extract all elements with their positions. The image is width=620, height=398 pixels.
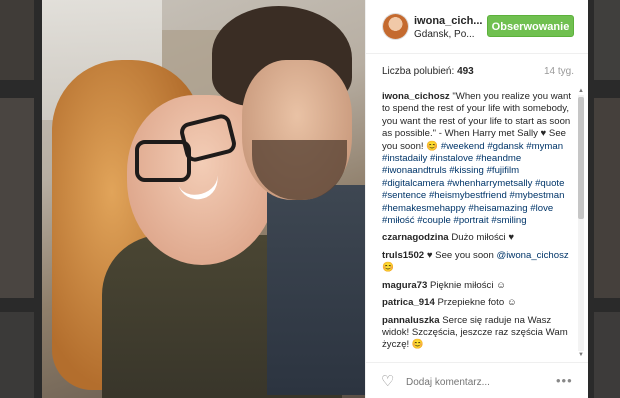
post-side-panel: iwona_cich... Gdansk, Po... Obserwowanie…	[365, 0, 588, 398]
scroll-up-icon[interactable]: ▲	[577, 87, 585, 95]
comment-username[interactable]: magura73	[382, 280, 427, 291]
hashtag-link[interactable]: #quote	[535, 178, 564, 189]
post-footer: ♡ •••	[366, 362, 588, 398]
follow-button[interactable]: Obserwowanie	[487, 15, 574, 37]
scroll-down-icon[interactable]: ▼	[577, 351, 585, 359]
caption-hashtags: #weekend #gdansk #myman #instadaily #ins…	[382, 141, 564, 226]
post-photo[interactable]	[42, 0, 365, 398]
likes-number: 493	[457, 66, 474, 77]
comment-text: Pięknie miłości ☺	[430, 279, 506, 291]
comment-text: Dużo miłości ♥	[451, 232, 515, 244]
post-modal: iwona_cich... Gdansk, Po... Obserwowanie…	[42, 0, 588, 398]
hashtag-link[interactable]: #hemakesmehappy	[382, 203, 466, 214]
comment-text: Przepiekne foto ☺	[437, 297, 517, 309]
post-header: iwona_cich... Gdansk, Po... Obserwowanie	[366, 0, 588, 54]
heart-icon[interactable]: ♡	[381, 374, 397, 389]
comment-item: magura73 Pięknie miłości ☺	[382, 280, 574, 292]
hashtag-link[interactable]: #digitalcamera	[382, 178, 444, 189]
hashtag-link[interactable]: #myman	[526, 141, 563, 152]
hashtag-link[interactable]: #love	[530, 203, 553, 214]
add-comment-input[interactable]	[406, 375, 536, 389]
hashtag-link[interactable]: #heisamazing	[468, 203, 527, 214]
comment-username[interactable]: czarnagodzina	[382, 232, 449, 243]
hashtag-link[interactable]: #sentence	[382, 190, 426, 201]
feed-thumbnail	[594, 98, 620, 298]
comment-item: pannaluszka Serce się raduje na Wasz wid…	[382, 315, 574, 352]
comments-scrollbar[interactable]: ▲ ▼	[577, 87, 585, 359]
feed-thumbnail	[594, 0, 620, 80]
hashtag-link[interactable]: #heismybestfriend	[429, 190, 507, 201]
hashtag-link[interactable]: #heandme	[476, 153, 521, 164]
hashtag-link[interactable]: #mybestman	[509, 190, 564, 201]
hashtag-link[interactable]: #fujifilm	[487, 165, 520, 176]
caption-username[interactable]: iwona_cichosz	[382, 91, 450, 102]
comment-item: czarnagodzina Dużo miłości ♥	[382, 232, 574, 244]
hashtag-link[interactable]: #whenharrymetsally	[447, 178, 532, 189]
hashtag-link[interactable]: #weekend	[441, 141, 485, 152]
hashtag-link[interactable]: #miłość	[382, 215, 415, 226]
more-options-icon[interactable]: •••	[556, 373, 573, 388]
feed-thumbnail	[0, 0, 34, 80]
hashtag-link[interactable]: #smiling	[491, 215, 526, 226]
likes-count[interactable]: Liczba polubień: 493	[382, 66, 474, 77]
comment-text: ♥ See you soon	[426, 249, 494, 261]
photo-scarf	[267, 185, 365, 395]
post-age[interactable]: 14 tyg.	[544, 66, 574, 77]
hashtag-link[interactable]: #instalove	[430, 153, 473, 164]
comment-mention[interactable]: @iwona_cichosz	[497, 250, 569, 261]
feed-thumbnail	[0, 98, 34, 298]
scroll-thumb[interactable]	[578, 97, 584, 219]
likes-label: Liczba polubień:	[382, 66, 455, 77]
comment-emoji: 😊	[382, 262, 394, 274]
hashtag-link[interactable]: #instadaily	[382, 153, 427, 164]
hashtag-link[interactable]: #gdansk	[487, 141, 523, 152]
feed-thumbnail	[0, 312, 34, 398]
post-caption: iwona_cichosz "When you realize you want…	[382, 91, 574, 227]
hashtag-link[interactable]: #iwonaandtruls	[382, 165, 447, 176]
comment-username[interactable]: pannaluszka	[382, 315, 440, 326]
hashtag-link[interactable]: #couple	[417, 215, 451, 226]
avatar[interactable]	[383, 14, 408, 39]
comment-item: patrica_914 Przepiekne foto ☺	[382, 297, 574, 309]
post-stats: Liczba polubień: 493 14 tyg.	[382, 66, 574, 80]
comment-username[interactable]: truls1502	[382, 250, 424, 261]
feed-thumbnail	[594, 312, 620, 398]
hashtag-link[interactable]: #portrait	[453, 215, 488, 226]
comment-username[interactable]: patrica_914	[382, 297, 435, 308]
comments-list[interactable]: iwona_cichosz "When you realize you want…	[382, 91, 574, 357]
hashtag-link[interactable]: #kissing	[449, 165, 484, 176]
comment-item: truls1502 ♥ See you soon @iwona_cichosz …	[382, 250, 574, 275]
